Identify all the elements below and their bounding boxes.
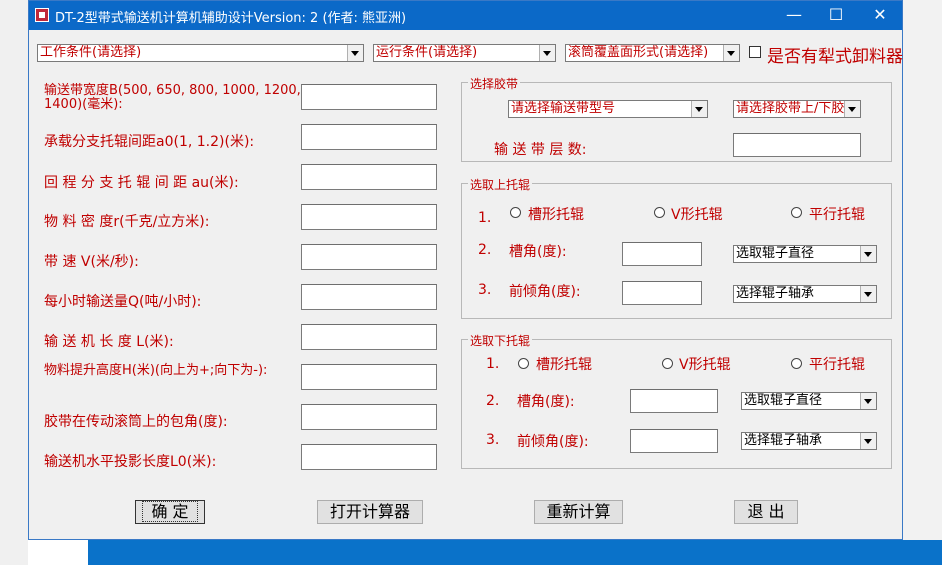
window-title: DT-2型带式输送机计算机辅助设计Version: 2 (作者: 熊亚洲) <box>55 11 407 26</box>
belt-type-value: 请选择输送带型号 <box>511 101 616 116</box>
lower-bearing-select[interactable]: 选择辊子轴承 <box>741 432 877 450</box>
chevron-down-icon <box>347 45 363 61</box>
horizontal-length-input[interactable] <box>301 444 437 470</box>
return-idler-spacing-label: 回 程 分 支 托 辊 间 距 au(米): <box>44 175 239 191</box>
work-condition-value: 工作条件(请选择) <box>40 45 142 60</box>
minimize-button[interactable]: — <box>771 1 817 30</box>
ok-button[interactable]: 确 定 <box>135 500 205 524</box>
belt-width-label: 输送带宽度B(500, 650, 800, 1000, 1200, 1400)(… <box>44 83 301 112</box>
plow-discharger-label[interactable]: 是否有犁式卸料器 <box>767 42 903 67</box>
chevron-down-icon <box>844 101 860 117</box>
chevron-down-icon <box>723 45 739 61</box>
upper-trough-label[interactable]: 槽形托辊 <box>528 204 584 224</box>
hourly-capacity-input[interactable] <box>301 284 437 310</box>
lower-flat-radio[interactable] <box>791 358 802 369</box>
upper-tilt-angle-label: 前倾角(度): <box>509 284 581 300</box>
window-shadow <box>903 0 942 540</box>
lower-trough-angle-label: 槽角(度): <box>517 394 575 410</box>
belt-layers-input[interactable] <box>733 133 861 157</box>
chevron-down-icon <box>860 246 876 262</box>
upper-v-radio[interactable] <box>654 207 665 218</box>
upper-idler-step1-label: 1. <box>478 210 492 226</box>
upper-idler-step2-label: 2. <box>478 242 492 258</box>
chevron-down-icon <box>691 101 707 117</box>
exit-button[interactable]: 退 出 <box>734 500 798 524</box>
upper-trough-radio[interactable] <box>510 207 521 218</box>
material-density-label: 物 料 密 度r(千克/立方米): <box>44 214 210 230</box>
maximize-button[interactable]: ☐ <box>813 1 859 30</box>
lower-idler-title: 选取下托辊 <box>468 332 533 349</box>
upper-flat-radio[interactable] <box>791 207 802 218</box>
open-calculator-button[interactable]: 打开计算器 <box>317 500 423 524</box>
recalculate-button[interactable]: 重新计算 <box>534 500 623 524</box>
chevron-down-icon <box>539 45 555 61</box>
chevron-down-icon <box>860 286 876 302</box>
upper-diameter-select[interactable]: 选取辊子直径 <box>733 245 877 263</box>
upper-flat-label[interactable]: 平行托辊 <box>809 204 865 224</box>
lower-trough-radio[interactable] <box>518 358 529 369</box>
lower-idler-step3-label: 3. <box>486 432 500 448</box>
upper-diameter-value: 选取辊子直径 <box>736 246 815 261</box>
title-bar[interactable]: DT-2型带式输送机计算机辅助设计Version: 2 (作者: 熊亚洲) — … <box>29 1 902 30</box>
belt-cover-value: 请选择胶带上/下胶层 <box>736 101 858 116</box>
belt-selection-title: 选择胶带 <box>468 75 521 92</box>
lower-tilt-angle-input[interactable] <box>630 429 718 453</box>
lower-diameter-value: 选取辊子直径 <box>744 393 823 408</box>
upper-idler-step3-label: 3. <box>478 282 492 298</box>
app-icon <box>35 8 49 22</box>
upper-tilt-angle-input[interactable] <box>622 281 702 305</box>
lower-diameter-select[interactable]: 选取辊子直径 <box>741 392 877 410</box>
belt-width-input[interactable] <box>301 84 437 110</box>
desktop-taskbar-area <box>88 540 942 565</box>
belt-cover-select[interactable]: 请选择胶带上/下胶层 <box>733 100 861 118</box>
lower-trough-angle-input[interactable] <box>630 389 718 413</box>
plow-discharger-checkbox[interactable] <box>749 46 761 58</box>
belt-selection-group: 选择胶带 请选择输送带型号 请选择胶带上/下胶层 输 送 带 层 数: <box>461 75 892 162</box>
lower-v-label[interactable]: V形托辊 <box>679 354 731 374</box>
chevron-down-icon <box>860 433 876 449</box>
main-window: DT-2型带式输送机计算机辅助设计Version: 2 (作者: 熊亚洲) — … <box>28 0 903 540</box>
material-density-input[interactable] <box>301 204 437 230</box>
upper-trough-angle-input[interactable] <box>622 242 702 266</box>
belt-speed-label: 带 速 V(米/秒): <box>44 254 139 270</box>
upper-trough-angle-label: 槽角(度): <box>509 244 567 260</box>
run-condition-select[interactable]: 运行条件(请选择) <box>373 44 556 62</box>
drum-cover-value: 滚筒覆盖面形式(请选择) <box>568 45 709 60</box>
lower-bearing-value: 选择辊子轴承 <box>744 433 823 448</box>
lower-idler-step2-label: 2. <box>486 393 500 409</box>
lower-tilt-angle-label: 前倾角(度): <box>517 434 589 450</box>
upper-idler-group: 选取上托辊 1. 槽形托辊 V形托辊 平行托辊 2. 槽角(度): 选取辊子直径… <box>461 176 892 319</box>
lift-height-label: 物料提升高度H(米)(向上为+;向下为-): <box>44 363 268 378</box>
belt-layers-label: 输 送 带 层 数: <box>494 142 587 158</box>
conveyor-length-input[interactable] <box>301 324 437 350</box>
upper-bearing-value: 选择辊子轴承 <box>736 286 815 301</box>
lower-idler-step1-label: 1. <box>486 356 500 372</box>
carry-idler-spacing-label: 承载分支托辊间距a0(1, 1.2)(米): <box>44 134 255 150</box>
desktop-background <box>0 0 28 565</box>
lower-idler-group: 选取下托辊 1. 槽形托辊 V形托辊 平行托辊 2. 槽角(度): 选取辊子直径… <box>461 332 892 469</box>
run-condition-value: 运行条件(请选择) <box>376 45 478 60</box>
upper-bearing-select[interactable]: 选择辊子轴承 <box>733 285 877 303</box>
upper-idler-title: 选取上托辊 <box>468 176 533 193</box>
chevron-down-icon <box>860 393 876 409</box>
conveyor-length-label: 输 送 机 长 度 L(米): <box>44 334 174 350</box>
return-idler-spacing-input[interactable] <box>301 164 437 190</box>
belt-type-select[interactable]: 请选择输送带型号 <box>508 100 708 118</box>
ok-button-label: 确 定 <box>142 501 198 522</box>
lift-height-input[interactable] <box>301 364 437 390</box>
hourly-capacity-label: 每小时输送量Q(吨/小时): <box>44 294 202 310</box>
upper-v-label[interactable]: V形托辊 <box>671 204 723 224</box>
work-condition-select[interactable]: 工作条件(请选择) <box>37 44 364 62</box>
lower-flat-label[interactable]: 平行托辊 <box>809 354 865 374</box>
drum-cover-select[interactable]: 滚筒覆盖面形式(请选择) <box>565 44 740 62</box>
close-button[interactable]: ✕ <box>857 1 903 30</box>
horizontal-length-label: 输送机水平投影长度L0(米): <box>44 454 217 470</box>
carry-idler-spacing-input[interactable] <box>301 124 437 150</box>
belt-speed-input[interactable] <box>301 244 437 270</box>
lower-v-radio[interactable] <box>662 358 673 369</box>
wrap-angle-label: 胶带在传动滚筒上的包角(度): <box>44 414 228 430</box>
lower-trough-label[interactable]: 槽形托辊 <box>536 354 592 374</box>
wrap-angle-input[interactable] <box>301 404 437 430</box>
